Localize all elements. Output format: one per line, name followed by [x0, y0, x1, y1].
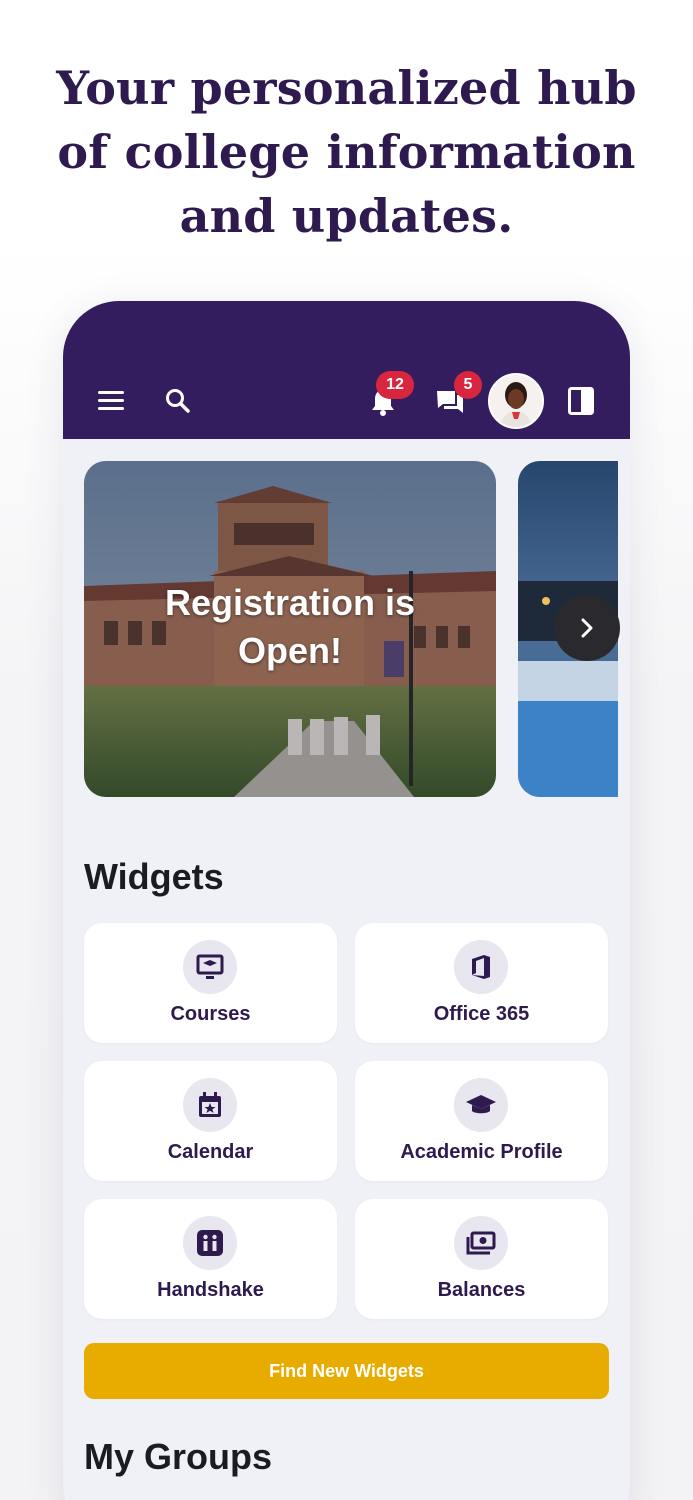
- money-icon: [454, 1216, 508, 1270]
- presentation-icon: [183, 940, 237, 994]
- widget-label: Courses: [170, 1003, 251, 1025]
- headline-line-2: of college information: [57, 125, 636, 179]
- avatar[interactable]: [488, 373, 544, 429]
- widget-calendar[interactable]: Calendar: [84, 1061, 337, 1181]
- widget-label: Balances: [437, 1279, 526, 1301]
- notifications-badge: 12: [376, 371, 414, 399]
- find-new-widgets-button[interactable]: Find New Widgets: [84, 1343, 609, 1399]
- widget-label: Calendar: [167, 1141, 254, 1163]
- headline-line-1: Your personalized hub: [56, 61, 637, 115]
- panel-icon[interactable]: [568, 387, 594, 415]
- widgets-heading: Widgets: [84, 856, 224, 897]
- headline-line-3: and updates.: [179, 189, 514, 243]
- carousel-slide-registration[interactable]: Registration is Open!: [84, 461, 496, 797]
- widget-academic-profile[interactable]: Academic Profile: [355, 1061, 608, 1181]
- graduation-cap-icon: [454, 1078, 508, 1132]
- search-icon[interactable]: [164, 387, 192, 415]
- menu-icon[interactable]: [98, 391, 124, 411]
- announcement-carousel: Registration is Open!: [84, 461, 630, 797]
- widget-label: Academic Profile: [400, 1141, 563, 1163]
- app-bar: 12 5: [63, 301, 630, 439]
- widget-label: Handshake: [157, 1279, 264, 1301]
- headline: Your personalized hub of college informa…: [0, 56, 693, 248]
- slide-title: Registration is Open!: [164, 582, 416, 671]
- widget-label: Office 365: [433, 1003, 530, 1025]
- carousel-next-button[interactable]: [554, 595, 620, 661]
- handshake-icon: [183, 1216, 237, 1270]
- phone-frame: 12 5 Registration is Open! Widgets Cours…: [63, 301, 630, 1500]
- chevron-right-icon: [581, 618, 593, 638]
- calendar-icon: [183, 1078, 237, 1132]
- widget-handshake[interactable]: Handshake: [84, 1199, 337, 1319]
- widget-office-365[interactable]: Office 365: [355, 923, 608, 1043]
- messages-badge: 5: [454, 371, 482, 399]
- my-groups-heading: My Groups: [84, 1436, 273, 1477]
- office-icon: [454, 940, 508, 994]
- widget-courses[interactable]: Courses: [84, 923, 337, 1043]
- widget-balances[interactable]: Balances: [355, 1199, 608, 1319]
